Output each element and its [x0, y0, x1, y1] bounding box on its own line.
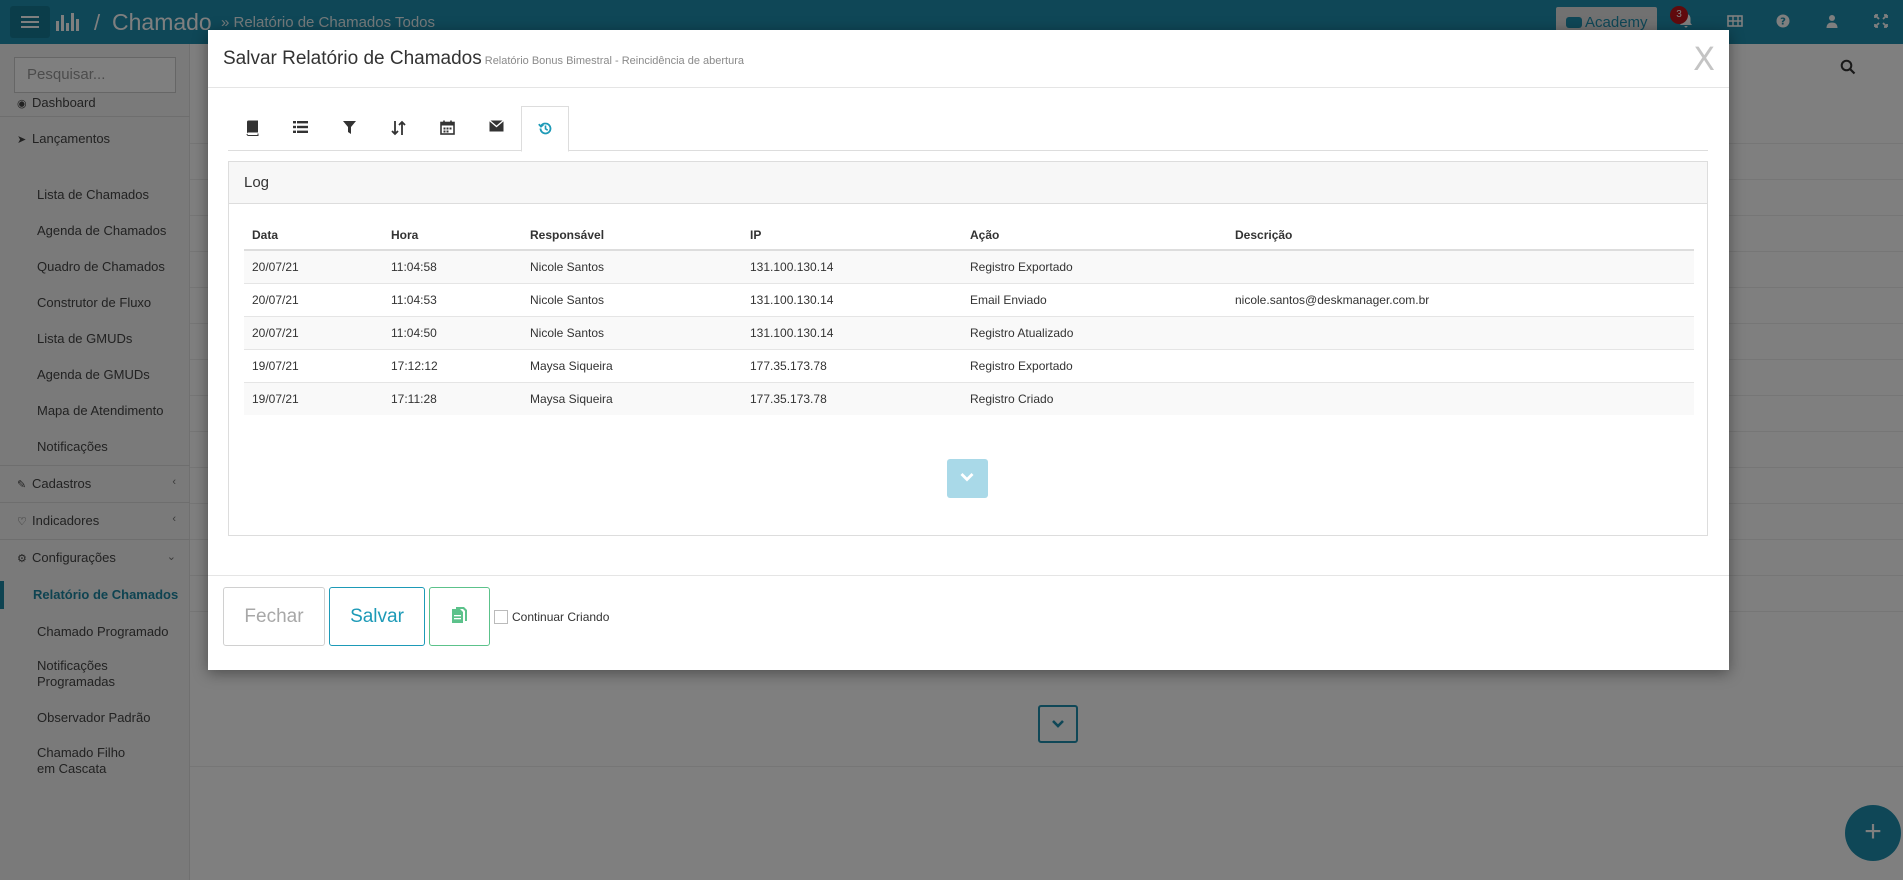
tab-general[interactable]	[228, 106, 276, 151]
cell-responsavel: Maysa Siqueira	[522, 381, 742, 415]
cell-ip: 177.35.173.78	[742, 348, 962, 382]
calendar-icon	[439, 120, 455, 135]
table-row: 19/07/21 17:11:28 Maysa Siqueira 177.35.…	[244, 381, 1694, 415]
column-header-acao[interactable]: Ação	[962, 220, 1227, 251]
tab-filters[interactable]	[325, 106, 373, 151]
table-row: 20/07/21 11:04:53 Nicole Santos 131.100.…	[244, 282, 1694, 316]
cell-data: 20/07/21	[244, 315, 383, 349]
copy-icon	[451, 607, 467, 623]
cell-ip: 131.100.130.14	[742, 315, 962, 349]
continue-creating-checkbox[interactable]: Continuar Criando	[494, 610, 609, 624]
sort-icon	[390, 120, 406, 136]
column-header-data[interactable]: Data	[244, 220, 383, 251]
cell-ip: 131.100.130.14	[742, 249, 962, 283]
cell-descricao	[1227, 315, 1694, 349]
log-panel-title: Log	[229, 162, 1707, 204]
list-icon	[292, 121, 308, 133]
cell-hora: 17:12:12	[383, 348, 522, 382]
cell-acao: Registro Atualizado	[962, 315, 1227, 349]
cell-descricao	[1227, 348, 1694, 382]
modal-tabs	[228, 106, 1708, 152]
book-icon	[246, 120, 258, 136]
continue-creating-label: Continuar Criando	[512, 610, 610, 624]
modal-header: Salvar Relatório de Chamados Relatório Bo…	[208, 30, 1729, 88]
cell-responsavel: Nicole Santos	[522, 282, 742, 316]
cell-responsavel: Nicole Santos	[522, 249, 742, 283]
cell-hora: 17:11:28	[383, 381, 522, 415]
save-button[interactable]: Salvar	[329, 587, 425, 646]
cell-acao: Registro Exportado	[962, 249, 1227, 283]
tab-email[interactable]	[472, 106, 520, 151]
save-report-modal: Salvar Relatório de Chamados Relatório Bo…	[208, 30, 1729, 670]
duplicate-button[interactable]	[429, 587, 490, 646]
checkbox[interactable]	[494, 610, 508, 624]
filter-icon	[342, 121, 356, 134]
envelope-icon	[488, 120, 504, 132]
log-panel: Log Data Hora Responsável IP Ação Descri…	[228, 161, 1708, 536]
cell-data: 20/07/21	[244, 249, 383, 283]
column-header-ip[interactable]: IP	[742, 220, 962, 251]
cell-responsavel: Nicole Santos	[522, 315, 742, 349]
column-header-descricao[interactable]: Descrição	[1227, 220, 1694, 251]
cell-hora: 11:04:58	[383, 249, 522, 283]
cell-acao: Registro Criado	[962, 381, 1227, 415]
table-row: 19/07/21 17:12:12 Maysa Siqueira 177.35.…	[244, 348, 1694, 382]
cell-hora: 11:04:53	[383, 282, 522, 316]
cell-descricao: nicole.santos@deskmanager.com.br	[1227, 282, 1694, 316]
cell-descricao	[1227, 381, 1694, 415]
column-header-responsavel[interactable]: Responsável	[522, 220, 742, 251]
tab-schedule[interactable]	[423, 106, 471, 151]
modal-footer: Fechar Salvar Continuar Criando	[208, 575, 1729, 670]
cell-data: 19/07/21	[244, 381, 383, 415]
cell-hora: 11:04:50	[383, 315, 522, 349]
table-header-row: Data Hora Responsável IP Ação Descrição	[244, 220, 1694, 251]
table-row: 20/07/21 11:04:58 Nicole Santos 131.100.…	[244, 249, 1694, 283]
tab-columns[interactable]	[276, 106, 324, 151]
modal-subtitle: Relatório Bonus Bimestral - Reincidência…	[484, 55, 744, 67]
log-table: Data Hora Responsável IP Ação Descrição …	[244, 220, 1694, 415]
cell-acao: Registro Exportado	[962, 348, 1227, 382]
tab-log[interactable]	[521, 106, 569, 152]
cell-data: 19/07/21	[244, 348, 383, 382]
table-row: 20/07/21 11:04:50 Nicole Santos 131.100.…	[244, 315, 1694, 349]
chevron-down-icon	[960, 473, 974, 482]
cell-ip: 131.100.130.14	[742, 282, 962, 316]
cell-responsavel: Maysa Siqueira	[522, 348, 742, 382]
cell-acao: Email Enviado	[962, 282, 1227, 316]
close-icon[interactable]: X	[1693, 39, 1715, 79]
cell-data: 20/07/21	[244, 282, 383, 316]
tab-sort[interactable]	[374, 106, 422, 151]
load-more-button[interactable]	[947, 459, 988, 498]
cell-ip: 177.35.173.78	[742, 381, 962, 415]
history-icon	[537, 122, 551, 135]
column-header-hora[interactable]: Hora	[383, 220, 522, 251]
close-button[interactable]: Fechar	[223, 587, 325, 646]
modal-title: Salvar Relatório de Chamados Relatório Bo…	[223, 48, 744, 69]
cell-descricao	[1227, 249, 1694, 283]
